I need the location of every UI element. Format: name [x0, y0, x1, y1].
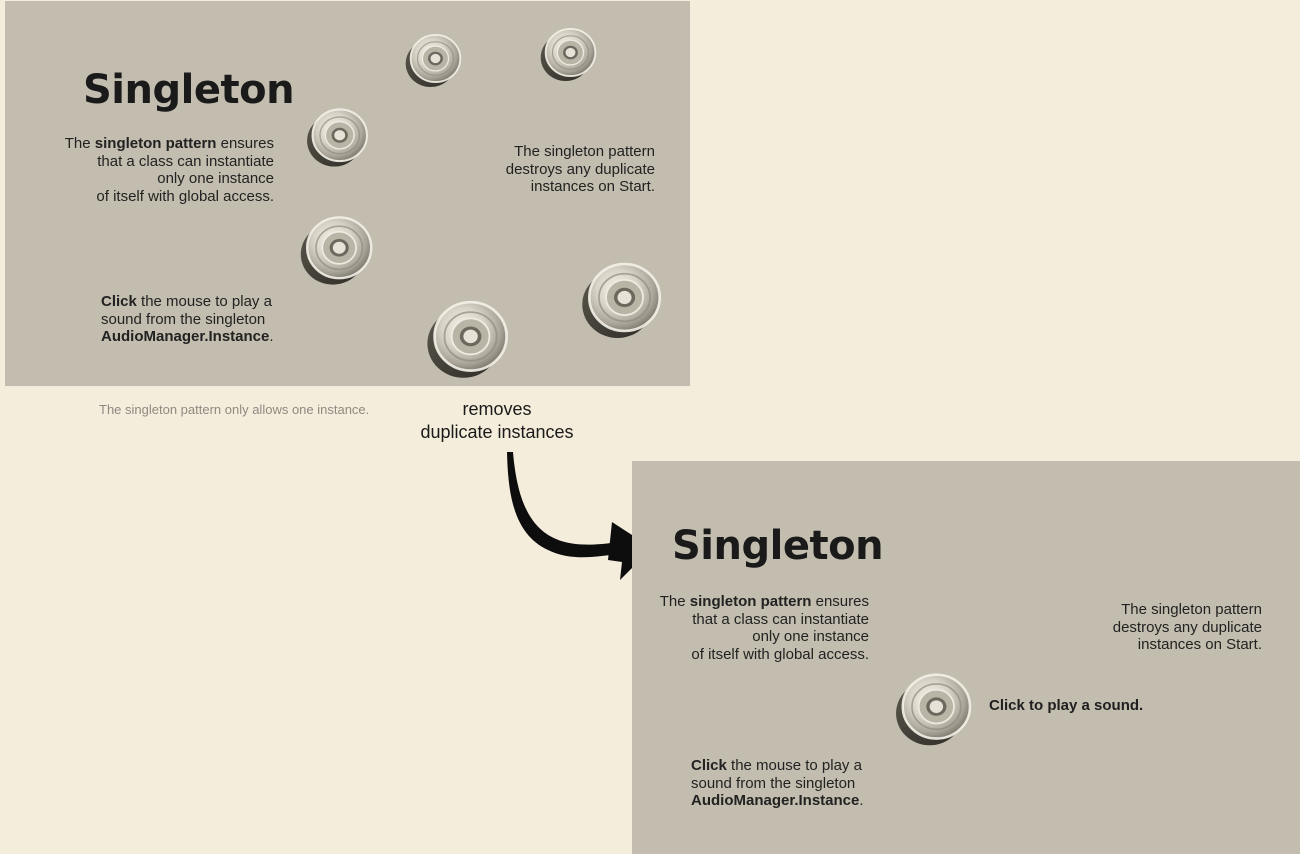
caption: The singleton pattern only allows one in…	[99, 402, 370, 417]
panel-title: Singleton	[83, 67, 295, 113]
arrow-label: removes duplicate instances	[420, 399, 574, 442]
speaker-icon[interactable]	[295, 211, 377, 291]
speaker-icon[interactable]	[402, 30, 464, 92]
speaker-icon[interactable]	[537, 24, 599, 86]
destroy-description: The singleton pattern destroys any dupli…	[505, 143, 655, 195]
pattern-description: The singleton pattern ensures that a cla…	[659, 593, 869, 663]
diagram-stage: Singleton The singleton pattern ensures …	[0, 0, 1300, 854]
speaker-icon[interactable]	[303, 104, 371, 172]
click-description: Click the mouse to play a sound from the…	[691, 757, 864, 809]
speaker-icon[interactable]	[891, 668, 975, 752]
click-to-play-label: Click to play a sound.	[989, 697, 1144, 714]
pattern-description: The singleton pattern ensures that a cla…	[64, 135, 274, 205]
speaker-icon[interactable]	[570, 257, 672, 345]
speaker-icon[interactable]	[419, 295, 515, 385]
panel-title: Singleton	[672, 523, 884, 569]
game-view-after: Singleton The singleton pattern ensures …	[632, 461, 1300, 854]
click-description: Click the mouse to play a sound from the…	[101, 293, 274, 345]
destroy-description: The singleton pattern destroys any dupli…	[1112, 601, 1262, 653]
game-view-before: Singleton The singleton pattern ensures …	[5, 1, 690, 386]
